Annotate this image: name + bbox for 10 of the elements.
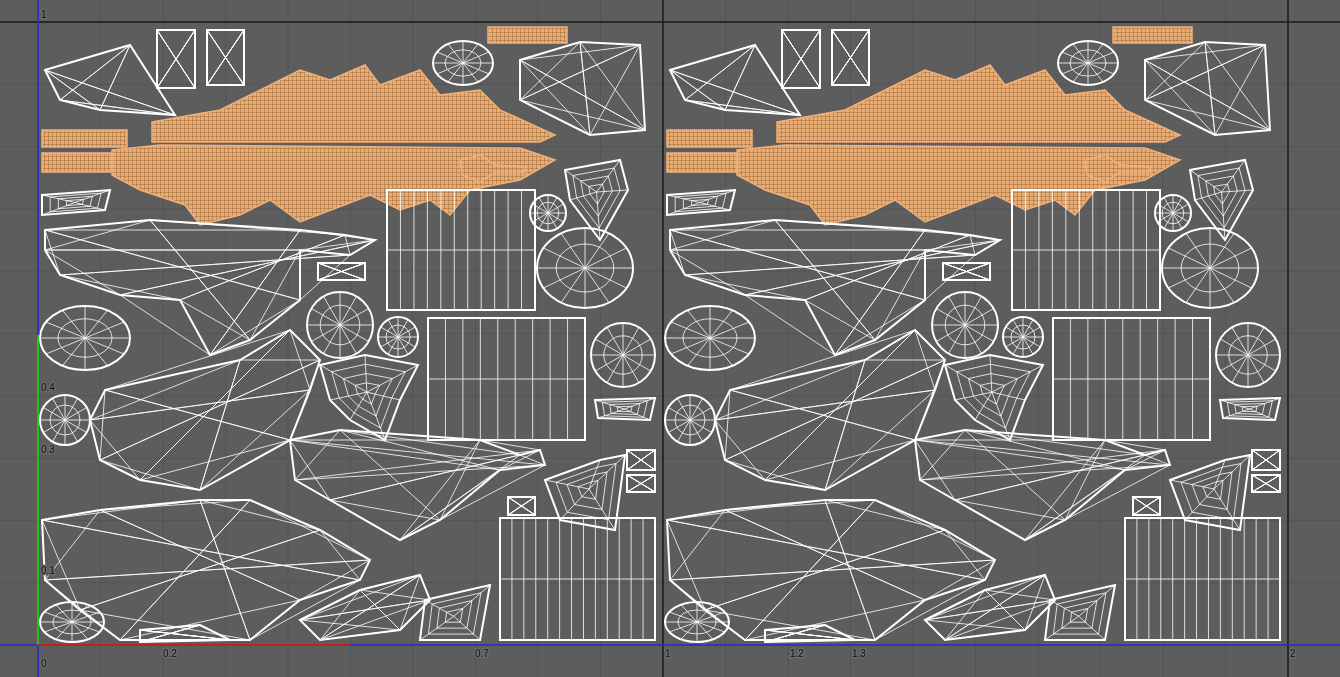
axis-tick-label: 0.4 — [41, 382, 55, 393]
axis-tick-label: 0 — [41, 658, 47, 669]
axis-tick-label: 0.2 — [163, 648, 177, 659]
axis-tick-label: 1 — [665, 648, 671, 659]
axis-tick-label: 1.3 — [852, 648, 866, 659]
axis-tick-label: 1.2 — [790, 648, 804, 659]
axis-tick-label: 1 — [41, 9, 47, 20]
axis-tick-label: 0.3 — [41, 444, 55, 455]
axis-tick-label: 0.7 — [475, 648, 489, 659]
axis-tick-label: 2 — [1290, 648, 1296, 659]
